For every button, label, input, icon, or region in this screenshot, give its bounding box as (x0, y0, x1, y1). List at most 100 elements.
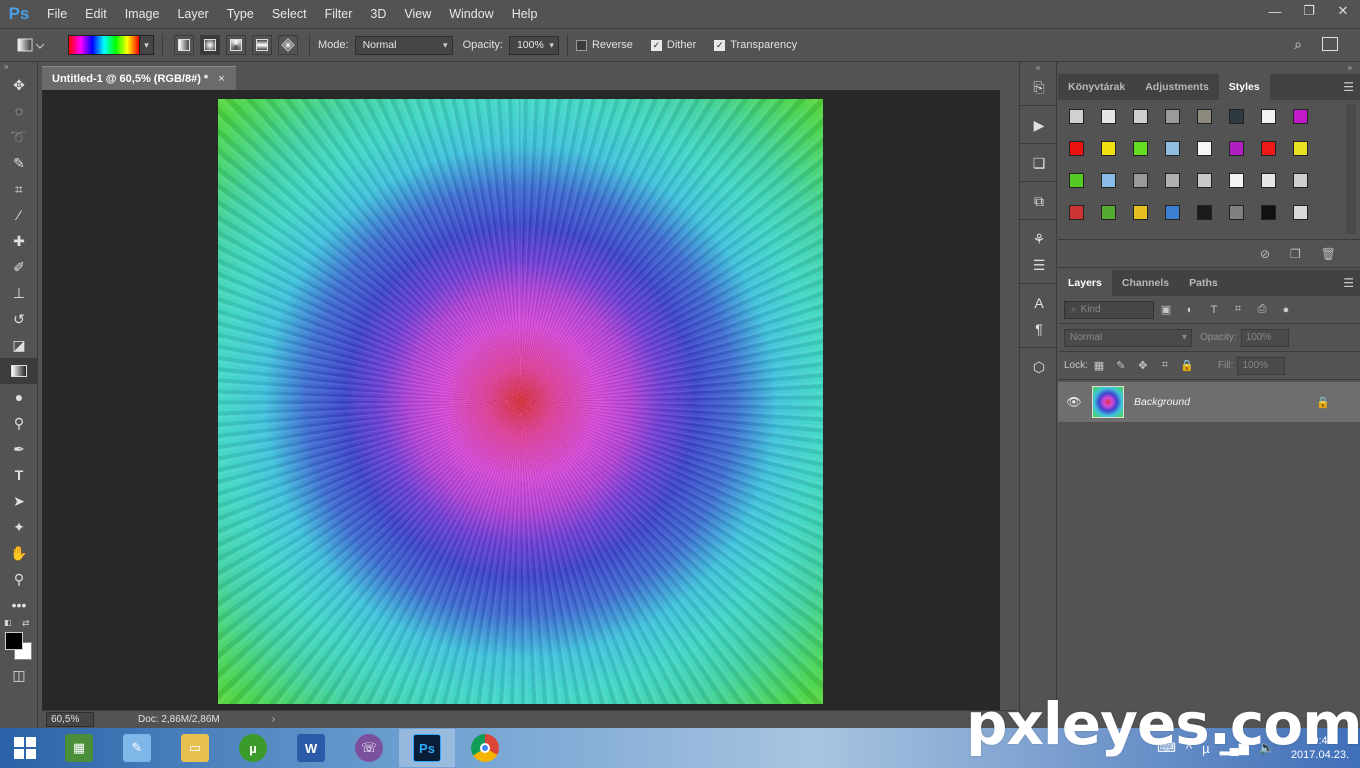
menu-type[interactable]: Type (218, 0, 263, 28)
angle-gradient-button[interactable] (226, 35, 246, 55)
gradient-tool-icon[interactable] (0, 358, 38, 384)
layer-name[interactable]: Background (1134, 396, 1316, 408)
taskbar-word[interactable]: W (283, 729, 339, 767)
filter-toggle-icon[interactable]: ● (1274, 304, 1298, 316)
taskbar-explorer[interactable]: ▭ (167, 729, 223, 767)
zoom-level-input[interactable]: 60,5% (46, 712, 94, 727)
crop-tool-icon[interactable]: ⌗ (0, 176, 38, 202)
custom-shape-tool-icon[interactable]: ✦ (0, 514, 38, 540)
lock-transparent-pixels-icon[interactable]: ▦ (1088, 359, 1110, 372)
menu-edit[interactable]: Edit (76, 0, 116, 28)
menu-window[interactable]: Window (440, 0, 502, 28)
taskbar-calculator[interactable]: ▦ (51, 729, 107, 767)
style-swatch[interactable] (1064, 104, 1088, 128)
path-selection-tool-icon[interactable]: ➤ (0, 488, 38, 514)
style-swatch[interactable] (1160, 136, 1184, 160)
tab-styles[interactable]: Styles (1218, 74, 1270, 100)
style-swatch[interactable] (1288, 136, 1312, 160)
canvas-area[interactable] (42, 90, 1000, 710)
style-swatch[interactable] (1256, 136, 1280, 160)
lock-image-pixels-icon[interactable]: ✎ (1110, 359, 1132, 372)
lock-artboard-icon[interactable]: ⌗ (1154, 359, 1176, 372)
history-brush-tool-icon[interactable]: ↺ (0, 306, 38, 332)
style-swatch[interactable] (1096, 168, 1120, 192)
style-swatch[interactable] (1160, 200, 1184, 224)
taskbar-viber[interactable]: ☏ (341, 729, 397, 767)
actions-panel-icon[interactable]: ▶ (1020, 112, 1058, 138)
clear-style-icon[interactable]: ⊘ (1260, 247, 1270, 261)
style-swatch[interactable] (1064, 168, 1088, 192)
style-swatch[interactable] (1256, 104, 1280, 128)
taskbar-photoshop[interactable]: Ps (399, 729, 455, 767)
style-swatch[interactable] (1288, 168, 1312, 192)
style-swatch[interactable] (1192, 168, 1216, 192)
smart-object-filter-icon[interactable]: ⎙ (1250, 303, 1274, 316)
search-icon[interactable]: ⌕ (1294, 36, 1302, 53)
healing-brush-tool-icon[interactable]: ✚ (0, 228, 38, 254)
panel-menu-icon[interactable]: ☰ (1343, 80, 1354, 94)
panel-menu-icon[interactable]: ☰ (1343, 276, 1354, 290)
pixel-filter-icon[interactable]: ▣ (1154, 303, 1178, 316)
collapse-icon[interactable]: » (1058, 62, 1360, 74)
style-swatch[interactable] (1064, 136, 1088, 160)
kind-filter-select[interactable]: ⌕ Kind (1064, 300, 1154, 319)
style-swatch[interactable] (1224, 168, 1248, 192)
zoom-tool-icon[interactable]: ⚲ (0, 566, 38, 592)
tab-layers[interactable]: Layers (1058, 270, 1112, 296)
close-icon[interactable]: × (218, 73, 224, 85)
menu-file[interactable]: File (38, 0, 76, 28)
new-style-icon[interactable]: ❐ (1290, 247, 1301, 261)
style-swatch[interactable] (1224, 200, 1248, 224)
reverse-checkbox[interactable] (575, 39, 587, 51)
hand-tool-icon[interactable]: ✋ (0, 540, 38, 566)
linear-gradient-button[interactable] (174, 35, 194, 55)
swap-colors-icon[interactable]: ⇄ (22, 618, 30, 629)
menu-help[interactable]: Help (503, 0, 547, 28)
dither-checkbox[interactable]: ✓ (650, 39, 662, 51)
restore-button[interactable]: ❐ (1292, 0, 1326, 22)
quick-mask-icon[interactable]: ◫ (0, 662, 38, 688)
move-tool-icon[interactable]: ✥ (0, 72, 38, 98)
style-swatch[interactable] (1128, 168, 1152, 192)
brush-tool-icon[interactable]: ✐ (0, 254, 38, 280)
taskbar-utorrent[interactable]: µ (225, 729, 281, 767)
close-button[interactable]: ✕ (1326, 0, 1360, 22)
style-swatch[interactable] (1096, 104, 1120, 128)
character-panel-icon[interactable]: A (1020, 290, 1058, 316)
style-swatch[interactable] (1064, 200, 1088, 224)
opacity-input[interactable]: 100% ▾ (508, 35, 559, 55)
menu-filter[interactable]: Filter (316, 0, 362, 28)
clone-stamp-tool-icon[interactable]: ⊥ (0, 280, 38, 306)
type-tool-icon[interactable]: T (0, 462, 38, 488)
fill-input[interactable]: 100% (1237, 356, 1286, 375)
status-menu-arrow-icon[interactable]: › (272, 714, 275, 725)
start-button[interactable] (0, 728, 50, 768)
more-tools-icon[interactable]: ••• (0, 592, 38, 618)
trash-icon[interactable]: 🗑 (1321, 247, 1336, 261)
quick-select-tool-icon[interactable]: ✎ (0, 150, 38, 176)
style-swatch[interactable] (1288, 104, 1312, 128)
taskbar-notepad[interactable]: ✎ (109, 729, 165, 767)
tab-paths[interactable]: Paths (1179, 270, 1228, 296)
adjustment-filter-icon[interactable]: ◐ (1178, 304, 1202, 316)
collapse-icon[interactable]: » (0, 62, 37, 72)
blur-tool-icon[interactable]: ● (0, 384, 38, 410)
menu-3d[interactable]: 3D (361, 0, 395, 28)
layer-row-background[interactable]: 👁 Background 🔒 (1058, 382, 1360, 422)
dodge-tool-icon[interactable]: ⚲ (0, 410, 38, 436)
foreground-color-swatch[interactable] (5, 632, 23, 650)
type-filter-icon[interactable]: T (1202, 304, 1226, 316)
collapse-icon[interactable]: « (1020, 62, 1056, 74)
styles-scrollbar[interactable] (1346, 104, 1356, 234)
mode-select[interactable]: Normal ▾ (354, 35, 453, 55)
tab-channels[interactable]: Channels (1112, 270, 1179, 296)
style-swatch[interactable] (1224, 136, 1248, 160)
marquee-tool-icon[interactable]: ◌ (0, 98, 38, 124)
menu-view[interactable]: View (395, 0, 440, 28)
paragraph-panel-icon[interactable]: ¶ (1020, 316, 1058, 342)
document-canvas[interactable] (218, 99, 823, 704)
menu-layer[interactable]: Layer (168, 0, 217, 28)
libraries-panel-icon[interactable]: ❏ (1020, 150, 1058, 176)
history-panel-icon[interactable]: ⎘ (1020, 74, 1058, 100)
style-swatch[interactable] (1128, 136, 1152, 160)
